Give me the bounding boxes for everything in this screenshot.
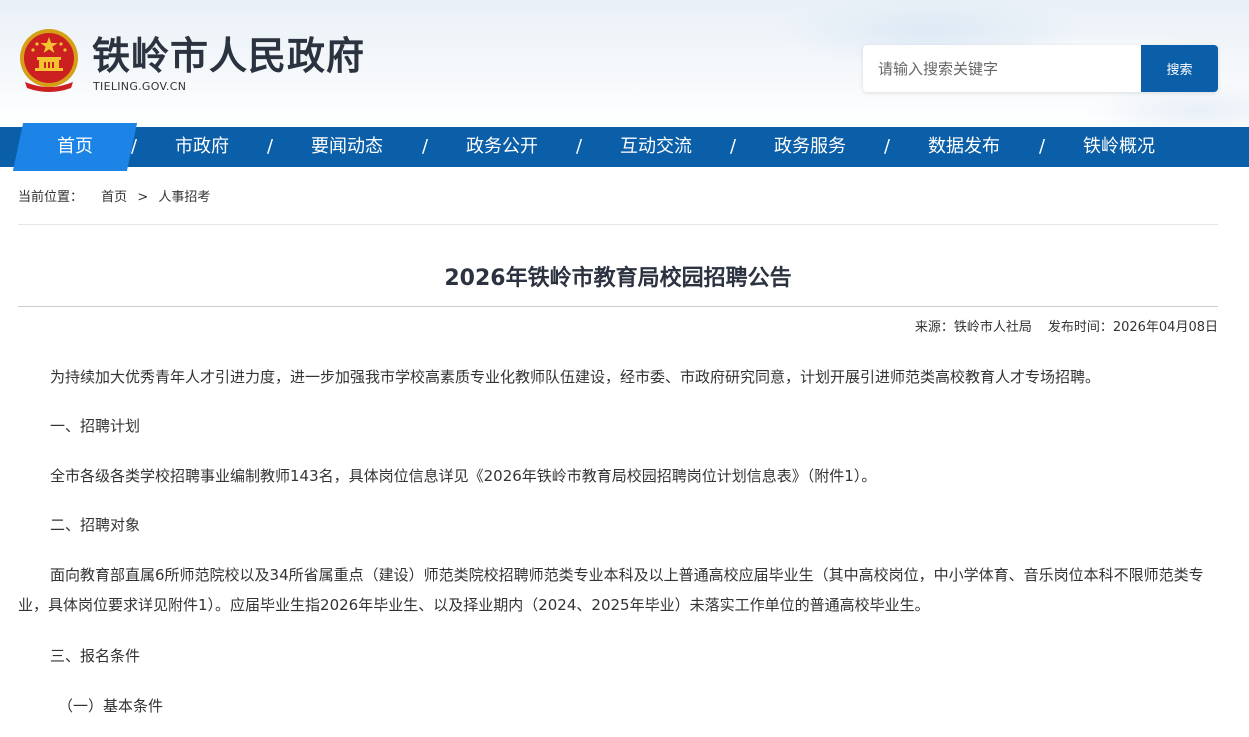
nav-item-government-affairs[interactable]: 政务公开 bbox=[466, 127, 538, 167]
nav-item-city-government[interactable]: 市政府 bbox=[175, 127, 229, 167]
section-heading: 一、招聘计划 bbox=[50, 417, 141, 435]
nav-item-home[interactable]: 首页 bbox=[57, 127, 93, 167]
article-paragraph: 面向教育部直属6所师范院校以及34所省属重点（建设）师范类院校招聘师范类专业本科… bbox=[18, 566, 1204, 614]
breadcrumb: 当前位置： 首页 > 人事招考 bbox=[18, 186, 210, 205]
sub-section-heading: （一）基本条件 bbox=[58, 697, 164, 715]
nav-separator: / bbox=[131, 136, 138, 157]
breadcrumb-divider bbox=[18, 224, 1218, 225]
article-meta: 来源：铁岭市人社局 发布时间：2026年04月08日 bbox=[913, 316, 1218, 335]
search-box: 搜索 bbox=[863, 45, 1218, 92]
nav-item-tieling-overview[interactable]: 铁岭概况 bbox=[1083, 127, 1155, 167]
nav-item-data-release[interactable]: 数据发布 bbox=[928, 127, 1000, 167]
breadcrumb-home[interactable]: 首页 bbox=[101, 186, 127, 205]
nav-separator: / bbox=[884, 136, 891, 157]
nav-separator: / bbox=[267, 136, 274, 157]
article-paragraph: 全市各级各类学校招聘事业编制教师143名，具体岗位信息详见《2026年铁岭市教育… bbox=[50, 467, 877, 485]
breadcrumb-arrow: > bbox=[137, 190, 149, 205]
nav-item-news[interactable]: 要闻动态 bbox=[311, 127, 383, 167]
site-title[interactable]: 铁岭市人民政府 bbox=[92, 33, 365, 79]
nav-separator: / bbox=[576, 136, 583, 157]
breadcrumb-personnel-recruitment[interactable]: 人事招考 bbox=[158, 186, 210, 205]
site-domain: TIELING.GOV.CN bbox=[93, 80, 187, 93]
search-input[interactable] bbox=[863, 45, 1141, 92]
breadcrumb-label: 当前位置： bbox=[18, 190, 84, 205]
nav-separator: / bbox=[1039, 136, 1046, 157]
section-heading: 二、招聘对象 bbox=[50, 516, 141, 534]
section-heading: 三、报名条件 bbox=[50, 647, 141, 665]
nav-item-services[interactable]: 政务服务 bbox=[774, 127, 846, 167]
nav-separator: / bbox=[422, 136, 429, 157]
search-button[interactable]: 搜索 bbox=[1141, 45, 1218, 92]
article-publish-time: 发布时间：2026年04月08日 bbox=[1047, 320, 1218, 335]
national-emblem-icon[interactable] bbox=[17, 28, 81, 94]
article-source: 来源：铁岭市人社局 bbox=[914, 320, 1032, 335]
article-paragraph: 为持续加大优秀青年人才引进力度，进一步加强我市学校高素质专业化教师队伍建设，经市… bbox=[50, 368, 1101, 386]
title-divider bbox=[18, 306, 1218, 307]
nav-item-interaction[interactable]: 互动交流 bbox=[620, 127, 692, 167]
nav-separator: / bbox=[730, 136, 737, 157]
article-title: 2026年铁岭市教育局校园招聘公告 bbox=[444, 266, 792, 291]
